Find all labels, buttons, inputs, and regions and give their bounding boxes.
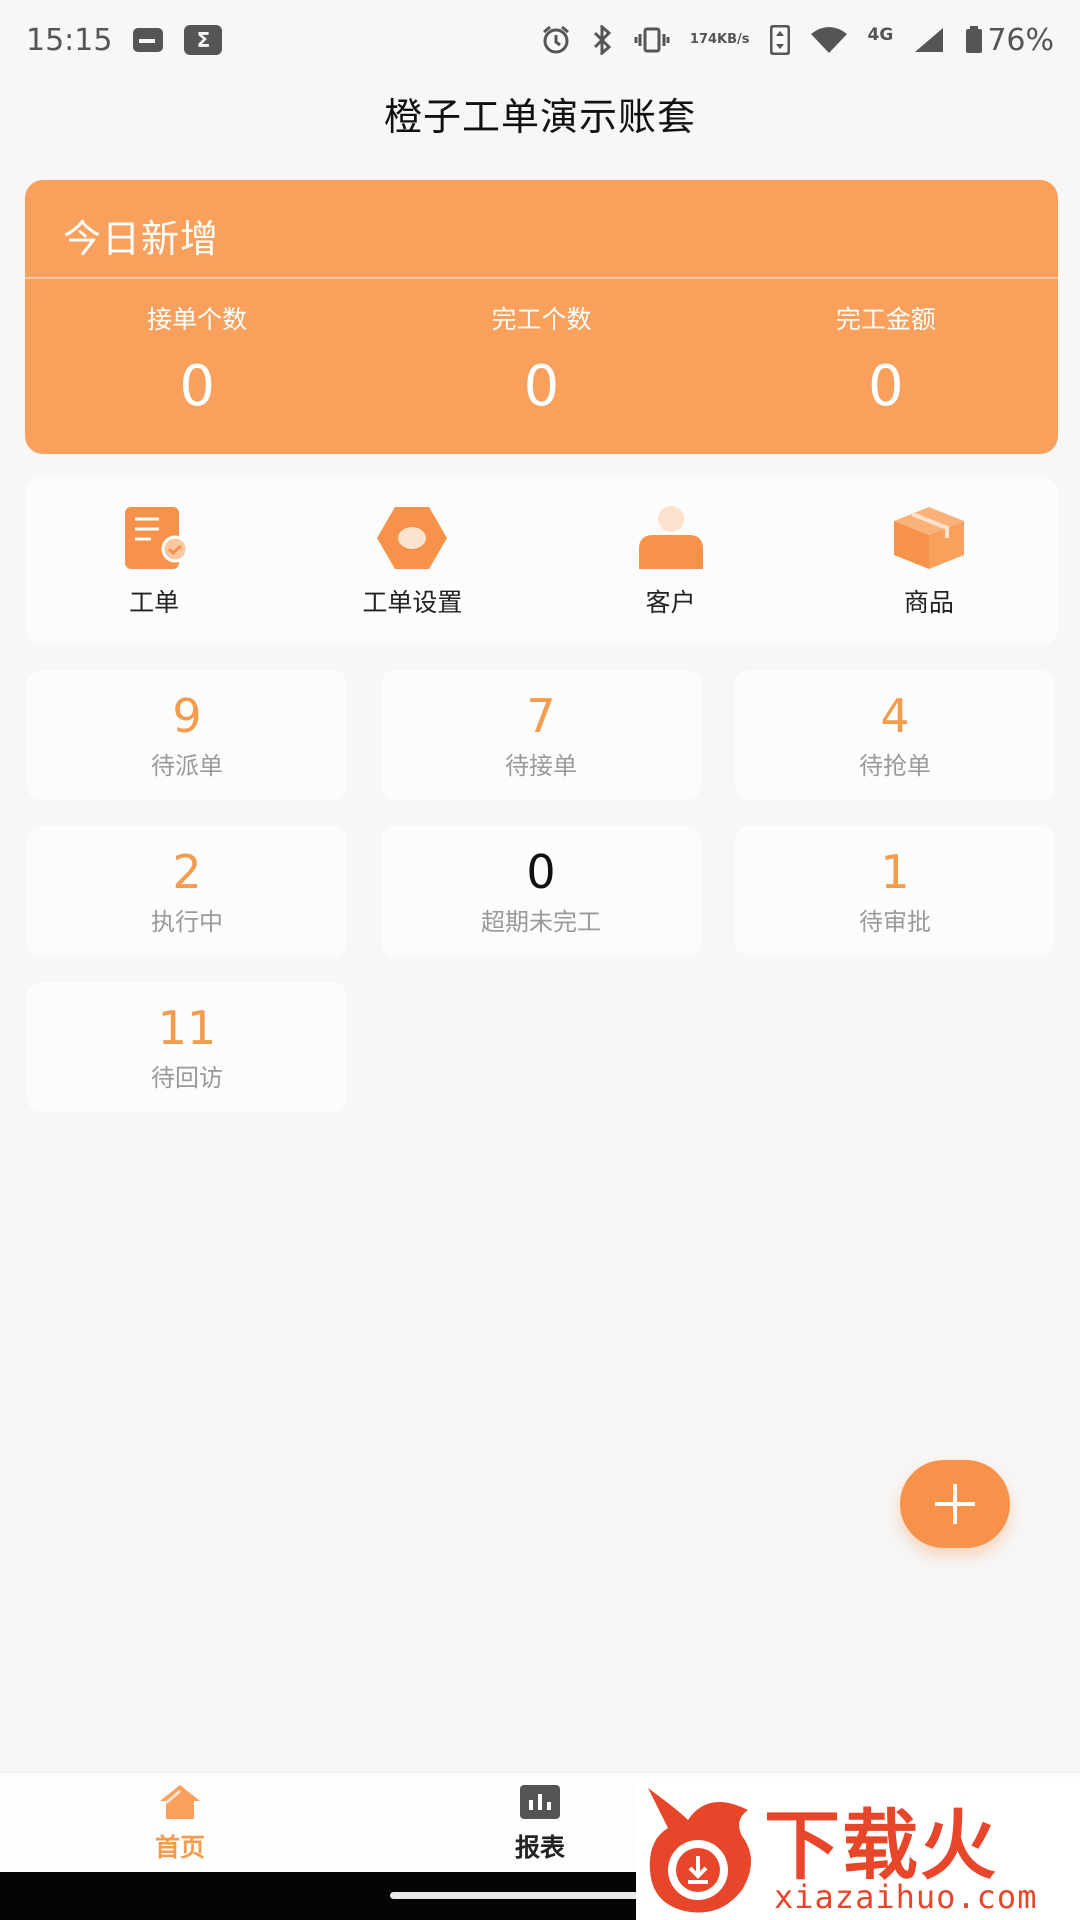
network-type: 4G xyxy=(867,25,894,45)
vibrate-icon xyxy=(634,27,670,53)
tile-label: 待派单 xyxy=(151,751,223,780)
flame-logo-icon xyxy=(648,1788,751,1913)
work-order-settings-icon xyxy=(375,503,449,573)
quick-menu: 工单 工单设置 客户 商品 xyxy=(25,477,1058,645)
tile-label: 待回访 xyxy=(151,1063,223,1092)
nav-label: 首页 xyxy=(154,1832,205,1862)
menu-label: 商品 xyxy=(903,588,954,617)
tile-label: 待接单 xyxy=(505,751,577,780)
tile-pending-dispatch[interactable]: 9 待派单 xyxy=(27,670,347,800)
battery-percent: 76% xyxy=(987,22,1054,58)
today-stat-value: 0 xyxy=(179,354,215,419)
work-order-icon xyxy=(117,503,191,573)
tile-overdue[interactable]: 0 超期未完工 xyxy=(381,826,701,956)
menu-label: 工单 xyxy=(129,588,180,617)
data-arrows-icon xyxy=(769,25,790,55)
wifi-icon xyxy=(810,26,848,54)
tile-value: 2 xyxy=(172,844,202,899)
today-stat-label: 完工个数 xyxy=(491,305,592,334)
message-icon xyxy=(132,27,164,53)
tile-value: 11 xyxy=(157,1000,217,1055)
today-stat-completed-amount[interactable]: 完工金额 0 xyxy=(714,300,1058,419)
watermark-url: xiazaihuo.com xyxy=(774,1878,1038,1916)
tile-value: 1 xyxy=(880,844,910,899)
bluetooth-icon xyxy=(592,25,614,55)
tile-value: 9 xyxy=(172,688,202,743)
battery: 76% xyxy=(965,23,1054,58)
status-left: 15:15 Σ xyxy=(26,22,223,58)
menu-item-work-order-settings[interactable]: 工单设置 xyxy=(312,503,512,619)
tile-value: 4 xyxy=(880,688,910,743)
add-button[interactable] xyxy=(900,1460,1010,1548)
today-stat-label: 完工金额 xyxy=(835,305,936,334)
status-tiles: 9 待派单 7 待接单 4 待抢单 2 执行中 0 超期未完工 1 待审批 11… xyxy=(27,670,1055,1112)
tile-label: 待审批 xyxy=(859,907,931,936)
tile-label: 执行中 xyxy=(151,907,223,936)
today-stat-value: 0 xyxy=(523,354,560,419)
net-speed-value: 174 xyxy=(689,32,718,47)
sigma-app-icon: Σ xyxy=(184,25,223,55)
today-title: 今日新增 xyxy=(63,217,220,261)
today-stats: 接单个数 0 完工个数 0 完工金额 0 xyxy=(25,300,1058,419)
tile-pending-approval[interactable]: 1 待审批 xyxy=(735,826,1055,956)
divider xyxy=(25,277,1058,279)
tile-in-progress[interactable]: 2 执行中 xyxy=(27,826,347,956)
today-stat-completed-count[interactable]: 完工个数 0 xyxy=(369,300,713,419)
page-title: 橙子工单演示账套 xyxy=(383,95,696,139)
tile-pending-accept[interactable]: 7 待接单 xyxy=(381,670,701,800)
today-stat-orders-received[interactable]: 接单个数 0 xyxy=(25,300,369,419)
customer-icon xyxy=(634,503,708,573)
bar-chart-icon xyxy=(518,1782,562,1822)
net-speed: 174 KB/s xyxy=(690,33,750,47)
signal-icon xyxy=(913,26,945,54)
tile-value: 0 xyxy=(526,844,556,899)
menu-item-customer[interactable]: 客户 xyxy=(571,503,771,619)
today-summary-card: 今日新增 接单个数 0 完工个数 0 完工金额 0 xyxy=(25,180,1058,454)
nav-label: 报表 xyxy=(514,1832,565,1862)
tile-pending-grab[interactable]: 4 待抢单 xyxy=(735,670,1055,800)
home-icon xyxy=(158,1782,202,1822)
menu-label: 客户 xyxy=(645,588,696,617)
tile-value: 7 xyxy=(526,688,556,743)
menu-label: 工单设置 xyxy=(362,588,463,617)
menu-item-work-order[interactable]: 工单 xyxy=(54,503,254,619)
status-bar: 15:15 Σ 174 KB/s 4G 76% xyxy=(0,0,1080,80)
status-time: 15:15 xyxy=(26,22,113,58)
product-box-icon xyxy=(892,503,966,573)
watermark: 下载火 xiazaihuo.com xyxy=(636,1778,1080,1920)
net-speed-unit: KB/s xyxy=(717,32,750,47)
today-stat-label: 接单个数 xyxy=(147,305,248,334)
plus-icon xyxy=(935,1484,975,1524)
battery-icon xyxy=(966,26,983,53)
tile-label: 超期未完工 xyxy=(481,907,601,936)
tile-pending-revisit[interactable]: 11 待回访 xyxy=(27,982,347,1112)
tile-label: 待抢单 xyxy=(859,751,931,780)
nav-home[interactable]: 首页 xyxy=(0,1773,360,1872)
status-right: 174 KB/s 4G 76% xyxy=(540,23,1054,58)
menu-item-product[interactable]: 商品 xyxy=(829,503,1029,619)
alarm-icon xyxy=(540,24,572,56)
today-stat-value: 0 xyxy=(868,354,904,419)
